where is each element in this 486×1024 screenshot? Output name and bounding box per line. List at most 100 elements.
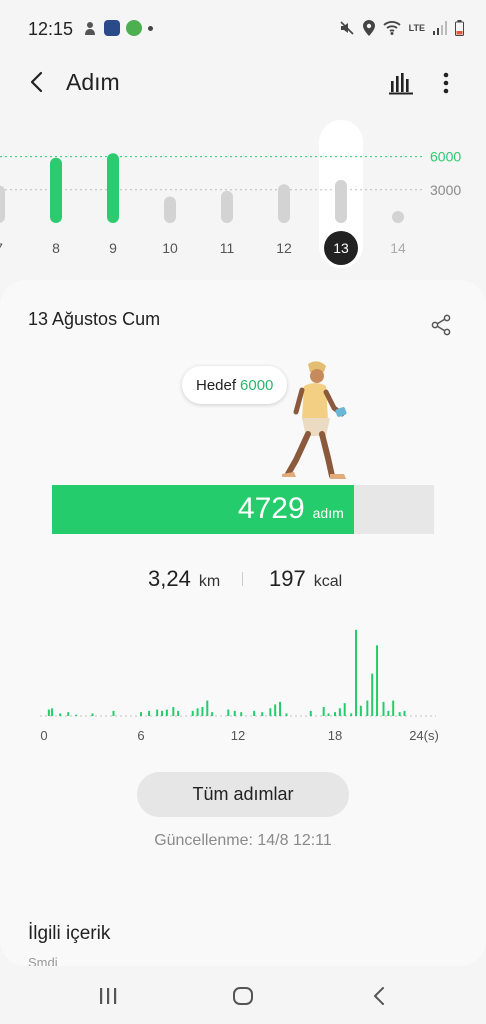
x-tick-label: 6 xyxy=(137,728,144,743)
hourly-bar xyxy=(269,708,272,716)
goal-axis-label: 6000 xyxy=(430,149,461,165)
hourly-bar xyxy=(112,710,115,716)
steps-unit: adım xyxy=(312,505,344,521)
steps-progress-bar: 4729 adım xyxy=(52,485,434,534)
goal-label: Hedef xyxy=(196,376,237,394)
home-icon[interactable] xyxy=(231,984,255,1008)
day-label-13: 13 xyxy=(333,240,349,256)
stats-divider xyxy=(242,572,243,586)
hourly-bar xyxy=(206,700,209,716)
hourly-bar xyxy=(140,712,142,716)
bar-chart-icon[interactable] xyxy=(388,70,414,96)
hourly-bar xyxy=(355,629,358,716)
distance-unit: km xyxy=(198,573,221,590)
share-icon[interactable] xyxy=(430,314,452,336)
hourly-bar xyxy=(75,714,78,716)
hourly-bar xyxy=(177,710,180,716)
hourly-bar xyxy=(392,700,395,716)
summary-stats: 3,24 km 197 kcal xyxy=(0,566,486,596)
steps-value-group: 4729 adım xyxy=(238,492,344,526)
hourly-bar xyxy=(211,712,214,716)
hourly-steps-chart: 0 6 12 18 24(s) xyxy=(40,629,439,743)
location-icon xyxy=(362,20,375,36)
hourly-bar xyxy=(51,708,54,716)
day-bar-13 xyxy=(335,179,347,223)
hourly-bar xyxy=(67,712,70,716)
hourly-bar xyxy=(165,709,168,716)
nav-back-icon[interactable] xyxy=(368,984,392,1008)
mid-axis-label: 3000 xyxy=(430,182,461,198)
status-time: 12:15 xyxy=(28,19,74,39)
day-label-14: 14 xyxy=(390,240,406,256)
day-label-7: 7 xyxy=(0,240,3,256)
battery-icon xyxy=(455,20,464,36)
day-bar-9 xyxy=(107,153,119,223)
hourly-bar xyxy=(274,704,277,716)
x-tick-label: 0 xyxy=(40,728,47,743)
hourly-bar xyxy=(148,710,151,716)
hourly-bar xyxy=(172,707,175,716)
hourly-bar xyxy=(376,645,379,716)
hourly-bar xyxy=(309,710,312,716)
hourly-bar xyxy=(233,710,236,716)
page-title: Adım xyxy=(66,69,120,95)
status-notification-icons xyxy=(82,20,153,36)
day-bar-14 xyxy=(392,211,404,223)
day-bar-7 xyxy=(0,185,5,223)
hourly-bar xyxy=(403,710,406,716)
hourly-bar xyxy=(59,713,62,716)
hourly-bar xyxy=(322,707,325,716)
steps-progress-fill: 4729 adım xyxy=(52,485,354,534)
hourly-bar xyxy=(227,709,230,716)
calories-unit: kcal xyxy=(313,573,343,590)
hourly-bar xyxy=(359,705,362,716)
day-bar-8 xyxy=(50,157,62,223)
daily-steps-week-chart[interactable]: 6000 3000 7 8 9 10 11 12 13 14 xyxy=(0,118,486,278)
calories-value: 197 xyxy=(269,566,306,591)
hourly-bar xyxy=(382,701,385,716)
day-label-10: 10 xyxy=(162,240,178,256)
status-bar: 12:15 LTE xyxy=(0,0,486,58)
walking-person-illustration xyxy=(282,361,347,479)
recent-apps-icon[interactable] xyxy=(96,984,120,1008)
system-nav-bar xyxy=(0,966,486,1024)
day-bar-12 xyxy=(278,184,290,223)
network-type-label: LTE xyxy=(408,23,425,33)
day-label-11: 11 xyxy=(220,240,235,256)
x-tick-label: 12 xyxy=(231,728,245,743)
app-notification-icon xyxy=(104,20,120,36)
hourly-bar xyxy=(366,700,369,716)
back-arrow-icon[interactable] xyxy=(26,70,50,94)
hourly-bar xyxy=(156,709,159,716)
hourly-bar xyxy=(196,708,199,716)
wifi-icon xyxy=(383,21,401,35)
hourly-bar xyxy=(47,709,50,716)
more-options-icon[interactable] xyxy=(436,70,456,96)
more-notifications-dot xyxy=(148,25,153,31)
related-content-title: İlgili içerik xyxy=(28,923,111,944)
hourly-bar xyxy=(398,712,401,716)
hourly-bar xyxy=(91,713,94,716)
status-system-icons: LTE xyxy=(339,20,464,36)
day-bar-10 xyxy=(164,196,176,223)
hourly-bar xyxy=(350,713,353,716)
hourly-bar xyxy=(279,701,282,716)
hourly-bar xyxy=(201,707,204,716)
mute-icon xyxy=(340,21,354,35)
x-tick-label: 18 xyxy=(328,728,342,743)
all-steps-button[interactable]: Tüm adımlar xyxy=(137,772,349,817)
goal-value: 6000 xyxy=(240,376,274,394)
hourly-bar xyxy=(338,708,341,716)
app-bar: Adım xyxy=(0,58,486,110)
signal-icon xyxy=(433,21,447,35)
hourly-bar xyxy=(191,710,194,716)
hourly-bar xyxy=(327,713,330,716)
hourly-bar xyxy=(387,710,390,716)
steps-count: 4729 xyxy=(237,492,305,525)
calories-stat: 197 kcal xyxy=(269,566,342,592)
hourly-bar xyxy=(343,703,346,716)
goal-bubble: Hedef 6000 xyxy=(182,366,288,404)
selected-date: 13 Ağustos Cum xyxy=(28,309,161,329)
distance-value: 3,24 xyxy=(148,566,191,591)
hourly-bar xyxy=(261,712,264,716)
